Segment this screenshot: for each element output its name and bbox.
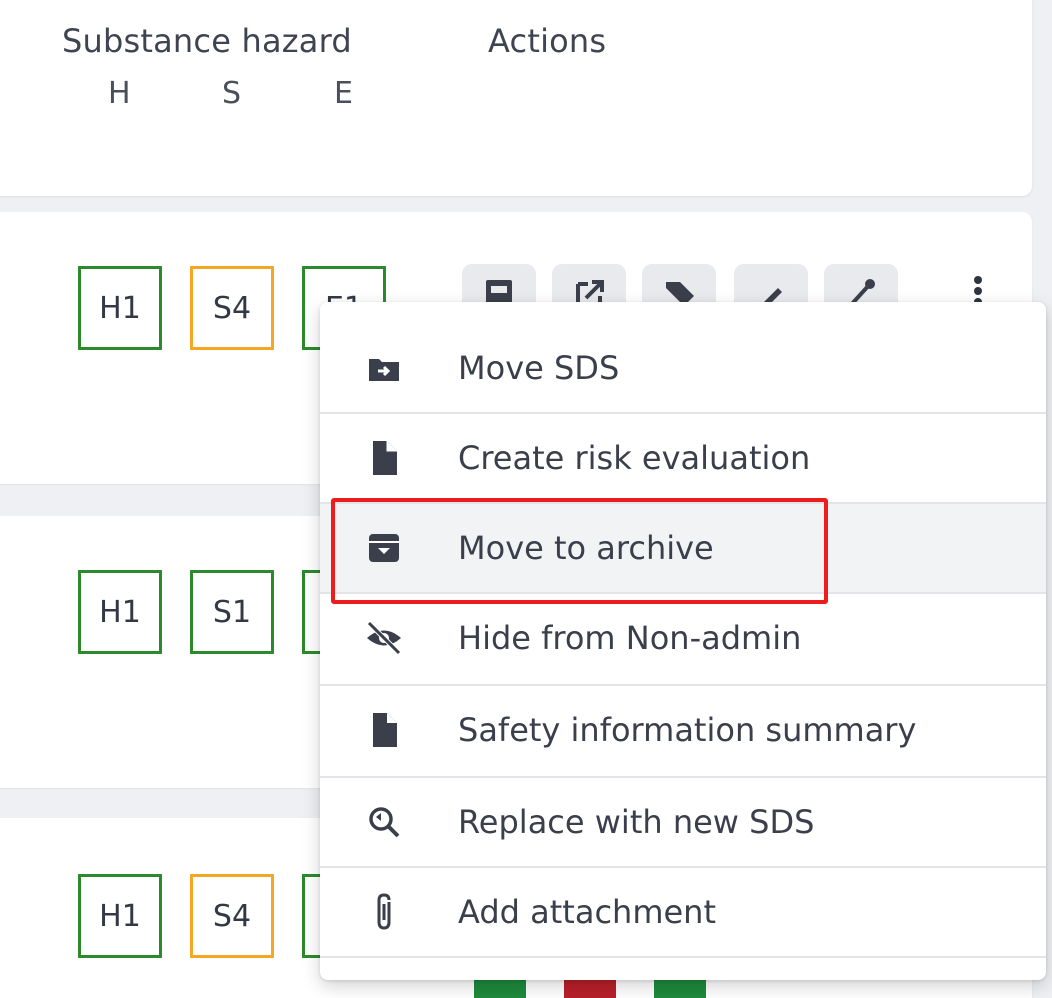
search-replace-icon <box>364 802 404 842</box>
safety-hazard-badge: S4 <box>190 266 274 350</box>
row-actions-menu: Move SDS Create risk evaluation Move to … <box>320 302 1046 980</box>
page: Substance hazard Actions H S E H1 S4 E1 <box>0 0 1052 998</box>
health-hazard-badge: H1 <box>78 266 162 350</box>
h-column-header: H <box>108 76 131 111</box>
safety-hazard-badge: S4 <box>190 874 274 958</box>
badge-label: S4 <box>212 290 252 326</box>
menu-item-move-sds[interactable]: Move SDS <box>320 324 1046 412</box>
menu-item-add-attachment[interactable]: Add attachment <box>320 868 1046 956</box>
actions-header: Actions <box>488 22 607 60</box>
health-hazard-badge: H1 <box>78 874 162 958</box>
badge-label: H1 <box>99 290 141 326</box>
menu-item-hide-from-non-admin[interactable]: Hide from Non-admin <box>320 594 1046 682</box>
menu-item-move-to-archive[interactable]: Move to archive <box>320 504 1046 592</box>
document-icon <box>364 438 404 478</box>
menu-item-label: Move to archive <box>458 529 714 567</box>
paperclip-icon <box>364 892 404 932</box>
menu-item-label: Create risk evaluation <box>458 439 811 477</box>
badge-label: H1 <box>99 898 141 934</box>
menu-item-create-risk-evaluation[interactable]: Create risk evaluation <box>320 414 1046 502</box>
folder-move-icon <box>364 348 404 388</box>
menu-item-label: Hide from Non-admin <box>458 619 802 657</box>
badge-label: H1 <box>99 594 141 630</box>
menu-divider <box>320 956 1046 958</box>
menu-item-safety-information-summary[interactable]: Safety information summary <box>320 686 1046 774</box>
safety-hazard-badge: S1 <box>190 570 274 654</box>
substance-hazard-header: Substance hazard <box>62 22 352 60</box>
health-hazard-badge: H1 <box>78 570 162 654</box>
archive-icon <box>364 528 404 568</box>
table-header: Substance hazard Actions H S E <box>0 0 1032 196</box>
menu-item-replace-with-new-sds[interactable]: Replace with new SDS <box>320 778 1046 866</box>
eye-slash-icon <box>364 618 404 658</box>
file-lines-icon <box>364 710 404 750</box>
s-column-header: S <box>222 76 242 111</box>
menu-item-label: Replace with new SDS <box>458 803 815 841</box>
menu-item-label: Safety information summary <box>458 711 917 749</box>
e-column-header: E <box>334 76 353 111</box>
badge-label: S4 <box>212 898 252 934</box>
menu-item-label: Move SDS <box>458 349 620 387</box>
badge-label: S1 <box>212 594 252 630</box>
menu-item-label: Add attachment <box>458 893 716 931</box>
